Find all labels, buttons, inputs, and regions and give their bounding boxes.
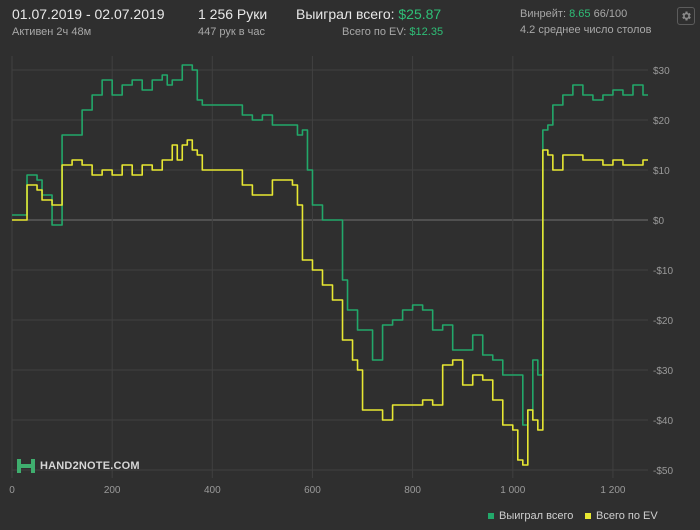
y-tick-label: -$50: [653, 466, 673, 477]
won-total-value: $25.87: [398, 6, 442, 22]
winrate-label: Винрейт:: [520, 8, 567, 20]
x-tick-label: 1 200: [600, 485, 625, 496]
legend-ev-swatch: [585, 513, 591, 519]
avg-tables: 4.2 среднее число столов: [520, 24, 652, 36]
won-total-series-line: [12, 64, 648, 426]
chart-series: [12, 64, 648, 466]
gear-icon: [682, 11, 691, 21]
legend-ev[interactable]: Всего по EV: [585, 510, 658, 522]
y-tick-label: $20: [653, 116, 670, 127]
x-tick-label: 400: [204, 485, 221, 496]
legend-won-swatch: [488, 513, 494, 519]
ev-total-label: Всего по EV:: [342, 26, 407, 38]
hand2note-logo: HAND2NOTE.COM: [16, 457, 140, 475]
y-tick-label: -$20: [653, 316, 673, 327]
y-tick-label: $30: [653, 66, 670, 77]
x-axis-ticks: 0 200 400 600 800 1 000 1 200: [9, 485, 626, 496]
legend-won[interactable]: Выиграл всего: [488, 510, 573, 522]
y-axis-ticks: $30 $20 $10 $0 -$10 -$20 -$30 -$40 -$50: [653, 66, 673, 477]
stats-header: 01.07.2019 - 02.07.2019 Активен 2ч 48м 1…: [0, 0, 700, 44]
y-tick-label: -$30: [653, 366, 673, 377]
logo-text: HAND2NOTE.COM: [40, 460, 140, 472]
active-time: Активен 2ч 48м: [12, 26, 92, 38]
y-tick-label: -$40: [653, 416, 673, 427]
ev-total: Всего по EV: $12.35: [342, 26, 443, 38]
y-tick-label: -$10: [653, 266, 673, 277]
hands-count: 1 256 Руки: [198, 6, 268, 22]
legend-won-label: Выиграл всего: [499, 510, 574, 522]
ev-total-series-line: [12, 139, 648, 466]
logo-icon: [17, 459, 35, 473]
won-total: Выиграл всего: $25.87: [296, 6, 441, 22]
ev-total-value: $12.35: [409, 26, 444, 38]
winrate: Винрейт: 8.65 66/100: [520, 8, 627, 20]
x-tick-label: 600: [304, 485, 321, 496]
x-tick-label: 800: [404, 485, 421, 496]
y-tick-label: $0: [653, 216, 665, 227]
x-tick-label: 0: [9, 485, 15, 496]
won-total-label: Выиграл всего:: [296, 6, 395, 22]
settings-button[interactable]: [677, 7, 695, 25]
y-tick-label: $10: [653, 166, 670, 177]
x-tick-label: 1 000: [500, 485, 525, 496]
date-range: 01.07.2019 - 02.07.2019: [12, 6, 165, 22]
x-tick-label: 200: [104, 485, 121, 496]
hands-per-hour: 447 рук в час: [198, 26, 266, 38]
winrate-value: 8.65: [569, 8, 591, 20]
winrate-suffix: 66/100: [593, 8, 628, 20]
legend-ev-label: Всего по EV: [596, 510, 658, 522]
